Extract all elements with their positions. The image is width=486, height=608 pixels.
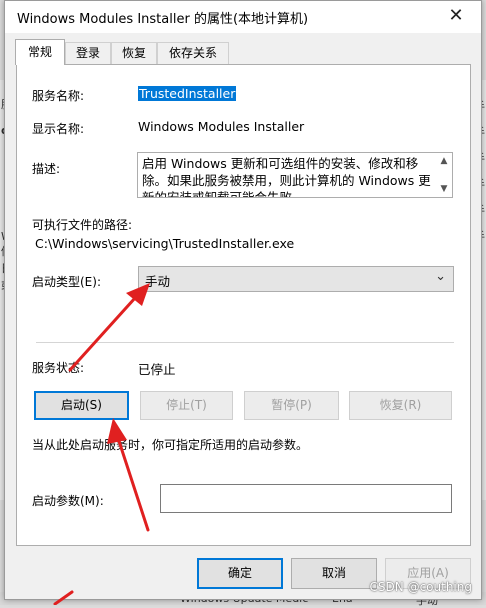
startup-type-select[interactable]: 手动 ⌄ <box>138 266 454 292</box>
resume-service-button[interactable]: 恢复(R) <box>349 391 452 420</box>
description-label: 描述: <box>32 162 61 176</box>
tab-general[interactable]: 常规 <box>15 39 65 65</box>
start-params-hint: 当从此处启动服务时，你可指定所适用的启动参数。 <box>32 438 309 452</box>
tab-recovery[interactable]: 恢复 <box>111 42 157 64</box>
startup-type-value: 手动 <box>145 274 171 289</box>
tab-label: 登录 <box>75 46 100 60</box>
watermark: CSDN @couthing <box>369 580 472 594</box>
start-service-button[interactable]: 启动(S) <box>34 391 129 420</box>
cancel-button[interactable]: 取消 <box>291 558 377 589</box>
tab-label: 依存关系 <box>168 46 217 60</box>
exe-path-label: 可执行文件的路径: <box>32 218 133 232</box>
tab-dependencies[interactable]: 依存关系 <box>157 42 229 64</box>
display-name-label: 显示名称: <box>32 122 85 136</box>
tab-logon[interactable]: 登录 <box>65 42 111 64</box>
button-label: 确定 <box>227 566 252 580</box>
service-status-label: 服务状态: <box>32 361 85 375</box>
exe-path-value[interactable]: C:\Windows\servicing\TrustedInstaller.ex… <box>35 236 294 251</box>
button-label: 停止(T) <box>166 398 207 412</box>
service-name-label: 服务名称: <box>32 89 85 103</box>
scroll-down-icon[interactable]: ▼ <box>438 183 450 195</box>
title-bar[interactable]: Windows Modules Installer 的属性(本地计算机) ✕ <box>5 1 481 33</box>
tab-label: 恢复 <box>121 46 146 60</box>
description-box[interactable]: 启用 Windows 更新和可选组件的安装、修改和移除。如果此服务被禁用，则此计… <box>137 152 453 198</box>
window-title: Windows Modules Installer 的属性(本地计算机) <box>17 12 309 27</box>
startup-type-label: 启动类型(E): <box>32 275 101 289</box>
button-label: 暂停(P) <box>271 398 312 412</box>
close-icon[interactable]: ✕ <box>445 5 467 27</box>
button-label: 恢复(R) <box>379 398 422 412</box>
service-name-value[interactable]: TrustedInstaller <box>138 86 237 101</box>
button-label: 应用(A) <box>407 566 449 580</box>
stop-service-button[interactable]: 停止(T) <box>140 391 233 420</box>
properties-dialog: Windows Modules Installer 的属性(本地计算机) ✕ 常… <box>4 0 482 600</box>
service-status-value: 已停止 <box>138 362 176 377</box>
button-label: 取消 <box>321 566 346 580</box>
description-text: 启用 Windows 更新和可选组件的安装、修改和移除。如果此服务被禁用，则此计… <box>142 156 431 198</box>
pause-service-button[interactable]: 暂停(P) <box>244 391 339 420</box>
display-name-value[interactable]: Windows Modules Installer <box>138 119 304 134</box>
button-label: 启动(S) <box>61 398 102 412</box>
ok-button[interactable]: 确定 <box>197 558 283 589</box>
chevron-down-icon: ⌄ <box>435 269 446 284</box>
divider <box>36 342 454 343</box>
tab-label: 常规 <box>27 45 52 59</box>
scroll-up-icon[interactable]: ▲ <box>438 155 450 167</box>
general-panel: 服务名称: TrustedInstaller 显示名称: Windows Mod… <box>16 64 471 546</box>
start-params-input[interactable] <box>160 484 452 513</box>
start-params-label: 启动参数(M): <box>32 494 104 508</box>
